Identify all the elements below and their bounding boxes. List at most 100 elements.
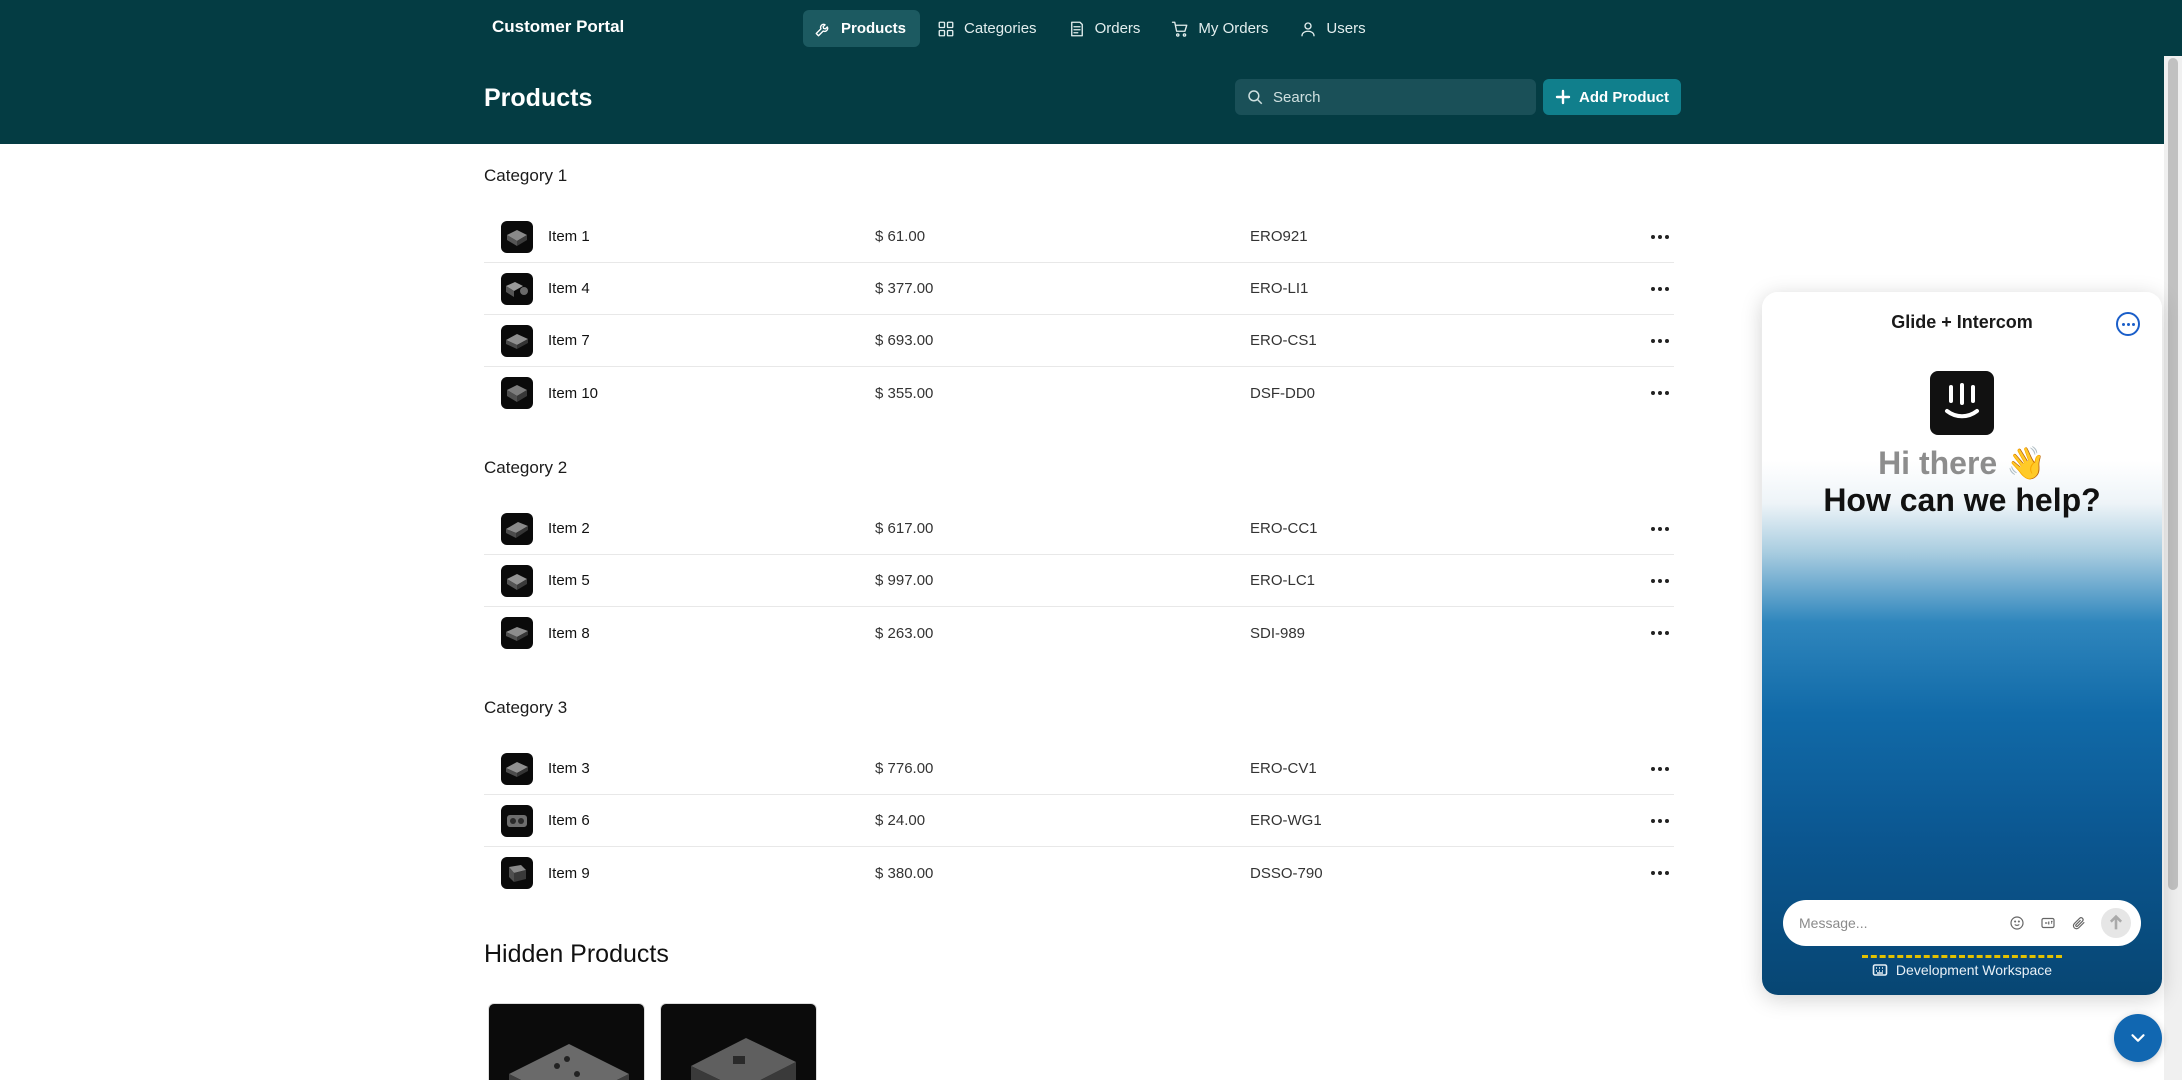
product-price: $ 997.00 [875, 572, 934, 589]
nav-label: Orders [1094, 20, 1141, 37]
product-name: Item 4 [548, 280, 590, 297]
cart-icon [1172, 21, 1188, 37]
hidden-product-card[interactable] [660, 1003, 817, 1080]
category-section: Category 1 Item 1 $ 61.00 ERO921 Item 4 … [484, 159, 1674, 419]
category-title: Category 1 [484, 166, 568, 185]
gif-icon[interactable] [2039, 914, 2057, 932]
intercom-logo [1930, 371, 1994, 435]
composer-actions [2008, 908, 2131, 938]
product-sku: ERO-WG1 [1250, 812, 1322, 829]
product-sku: ERO-LI1 [1250, 280, 1309, 297]
more-options-icon[interactable] [1648, 760, 1672, 778]
product-name: Item 1 [548, 228, 590, 245]
grid-icon [938, 21, 954, 36]
more-options-icon[interactable] [1648, 624, 1672, 642]
messenger-title: Glide + Intercom [1891, 312, 2033, 332]
table-row[interactable]: Item 6 $ 24.00 ERO-WG1 [484, 795, 1674, 847]
wrench-icon [815, 23, 829, 36]
hidden-products-title: Hidden Products [484, 940, 669, 968]
product-thumbnail [501, 857, 533, 889]
product-sku: ERO-LC1 [1250, 572, 1316, 589]
product-thumbnail [501, 805, 533, 837]
workspace-footer: Development Workspace [1762, 962, 2162, 978]
search-icon [1248, 90, 1263, 105]
product-name: Item 2 [548, 520, 590, 537]
messenger-launcher[interactable] [2114, 1014, 2162, 1062]
product-thumbnail [501, 325, 533, 357]
plus-icon [1555, 89, 1571, 105]
table-row[interactable]: Item 7 $ 693.00 ERO-CS1 [484, 315, 1674, 367]
nav-item-categories[interactable]: Categories [926, 10, 1051, 47]
search-input[interactable]: Search [1235, 79, 1536, 115]
page-title: Products [484, 84, 593, 112]
product-name: Item 10 [548, 384, 599, 402]
product-thumbnail [501, 513, 533, 545]
product-sku: DSF-DD0 [1250, 384, 1316, 402]
product-price: $ 380.00 [875, 864, 934, 882]
page-header: Products Search Add Product [0, 56, 2182, 144]
scrollbar-thumb[interactable] [2168, 58, 2178, 890]
more-options-icon[interactable] [1648, 572, 1672, 590]
more-options-icon[interactable] [1648, 384, 1672, 402]
top-nav: Customer Portal Products Categories Orde… [0, 0, 2182, 56]
product-thumbnail [501, 221, 533, 253]
product-sku: ERO-CC1 [1250, 520, 1318, 537]
arrow-up-icon [2109, 914, 2123, 930]
more-options-icon[interactable] [1648, 332, 1672, 350]
product-name: Item 7 [548, 332, 590, 349]
nav-label: My Orders [1198, 20, 1269, 37]
send-button[interactable] [2101, 908, 2131, 938]
hidden-product-card[interactable] [488, 1003, 645, 1080]
product-price: $ 61.00 [875, 228, 926, 245]
nav-item-products[interactable]: Products [803, 10, 921, 47]
table-row[interactable]: Item 8 $ 263.00 SDI-989 [484, 607, 1674, 659]
options-icon[interactable] [2116, 312, 2140, 336]
help-prompt: How can we help? [1823, 482, 2101, 518]
product-sku: ERO921 [1250, 228, 1308, 245]
keyboard-icon [1872, 964, 1888, 976]
message-placeholder: Message... [1799, 915, 1868, 931]
nav-label: Products [841, 20, 907, 37]
product-price: $ 617.00 [875, 520, 934, 537]
nav-item-users[interactable]: Users [1288, 10, 1379, 47]
emoji-icon[interactable] [2008, 914, 2026, 932]
product-sku: ERO-CS1 [1250, 332, 1317, 349]
nav-label: Users [1326, 20, 1366, 37]
product-name: Item 8 [548, 624, 590, 642]
nav-item-orders[interactable]: Orders [1057, 10, 1155, 47]
nav-item-my-orders[interactable]: My Orders [1160, 10, 1282, 47]
product-price: $ 263.00 [875, 624, 934, 642]
more-options-icon[interactable] [1648, 812, 1672, 830]
product-thumbnail [501, 565, 533, 597]
product-thumbnail [501, 617, 533, 649]
greeting: Hi there 👋 [1878, 445, 2046, 481]
product-name: Item 6 [548, 812, 590, 829]
category-title: Category 2 [484, 458, 568, 477]
table-row[interactable]: Item 4 $ 377.00 ERO-LI1 [484, 263, 1674, 315]
app-title[interactable]: Customer Portal [492, 17, 624, 37]
category-title: Category 3 [484, 698, 568, 717]
table-row[interactable]: Item 2 $ 617.00 ERO-CC1 [484, 503, 1674, 555]
table-row[interactable]: Item 9 $ 380.00 DSSO-790 [484, 847, 1674, 899]
message-input[interactable]: Message... [1783, 900, 2141, 946]
product-sku: ERO-CV1 [1250, 760, 1317, 777]
table-row[interactable]: Item 10 $ 355.00 DSF-DD0 [484, 367, 1674, 419]
more-options-icon[interactable] [1648, 864, 1672, 882]
more-options-icon[interactable] [1648, 280, 1672, 298]
table-row[interactable]: Item 5 $ 997.00 ERO-LC1 [484, 555, 1674, 607]
add-product-button[interactable]: Add Product [1543, 79, 1681, 115]
table-row[interactable]: Item 3 $ 776.00 ERO-CV1 [484, 743, 1674, 795]
attachment-icon[interactable] [2070, 914, 2088, 932]
product-thumbnail [501, 377, 533, 409]
product-thumbnail [501, 273, 533, 305]
nav-label: Categories [964, 20, 1037, 37]
product-name: Item 3 [548, 760, 590, 777]
dev-workspace-divider [1862, 955, 2062, 958]
chevron-down-icon [2131, 1034, 2145, 1042]
category-section: Category 2 Item 2 $ 617.00 ERO-CC1 Item … [484, 451, 1674, 659]
product-thumbnail [501, 753, 533, 785]
more-options-icon[interactable] [1648, 228, 1672, 246]
more-options-icon[interactable] [1648, 520, 1672, 538]
table-row[interactable]: Item 1 $ 61.00 ERO921 [484, 211, 1674, 263]
clipboard-icon [1070, 21, 1083, 36]
